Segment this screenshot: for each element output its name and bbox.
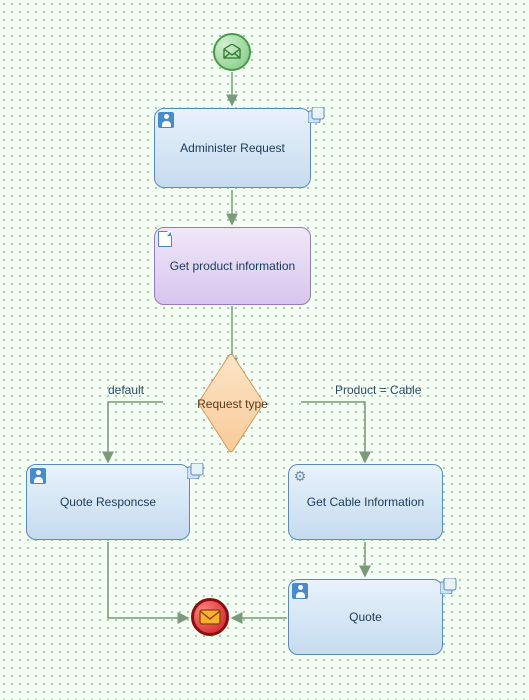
document-icon	[158, 231, 172, 247]
edge-label-default: default	[108, 383, 144, 397]
end-event[interactable]	[191, 598, 229, 636]
task-label: Administer Request	[180, 141, 285, 155]
task-label: Get Cable Information	[293, 495, 438, 509]
multi-instance-icon	[308, 107, 326, 123]
edge-label-cable: Product = Cable	[335, 383, 421, 397]
user-icon	[158, 112, 174, 128]
envelope-open-icon	[222, 44, 242, 60]
multi-instance-icon	[440, 578, 458, 594]
flow-connectors	[0, 0, 529, 700]
task-label: Get product information	[156, 259, 309, 273]
task-get-cable-info[interactable]: ⚙ Get Cable Information	[288, 464, 443, 540]
task-administer-request[interactable]: Administer Request	[154, 108, 311, 188]
start-event[interactable]	[213, 33, 251, 71]
gear-icon: ⚙	[292, 468, 308, 484]
envelope-closed-icon	[199, 609, 221, 625]
task-quote-response[interactable]: Quote Responcse	[26, 464, 190, 540]
task-quote[interactable]: Quote	[288, 579, 443, 655]
multi-instance-icon	[187, 463, 205, 479]
task-label: Quote Responcse	[60, 495, 156, 509]
user-icon	[30, 468, 46, 484]
task-get-product-info[interactable]: Get product information	[154, 227, 311, 305]
gateway-label: Request type	[195, 397, 270, 411]
task-label: Quote	[349, 610, 382, 624]
user-icon	[292, 583, 308, 599]
